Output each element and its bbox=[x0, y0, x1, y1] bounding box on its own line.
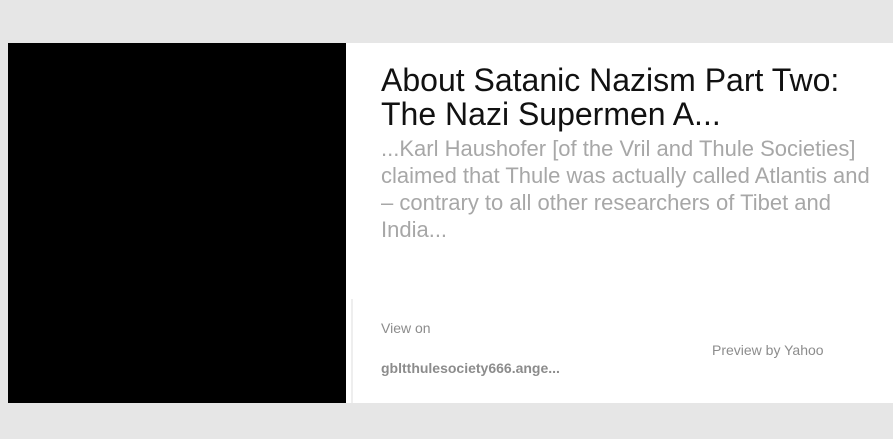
link-preview-card[interactable]: About Satanic Nazism Part Two: The Nazi … bbox=[8, 43, 893, 403]
view-on-label: View on bbox=[381, 320, 431, 336]
preview-title[interactable]: About Satanic Nazism Part Two: The Nazi … bbox=[381, 63, 886, 131]
source-domain-link[interactable]: gbltthulesociety666.ange... bbox=[381, 360, 560, 376]
preview-thumbnail[interactable] bbox=[8, 43, 346, 403]
preview-provider-label: Preview by Yahoo bbox=[712, 342, 824, 358]
preview-content: About Satanic Nazism Part Two: The Nazi … bbox=[351, 43, 893, 403]
preview-excerpt: ...Karl Haushofer [of the Vril and Thule… bbox=[381, 136, 870, 242]
content-divider bbox=[351, 299, 353, 403]
